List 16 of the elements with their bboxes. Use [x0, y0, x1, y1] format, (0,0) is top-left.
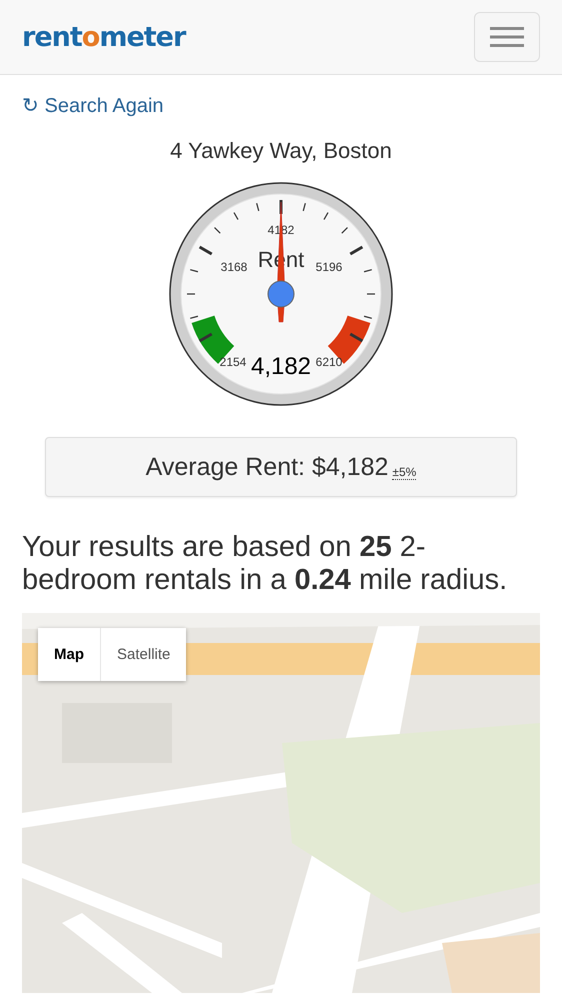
scale-label: 6210 — [316, 355, 342, 369]
average-rent-text: Average Rent: $4,182 — [146, 452, 388, 482]
gauge-reading: 4,182 — [250, 353, 312, 380]
scale-label: 3168 — [220, 260, 248, 274]
margin-of-error[interactable]: ±5% — [392, 465, 416, 480]
map-type-button[interactable]: Map — [38, 628, 100, 681]
menu-icon — [490, 26, 524, 48]
search-again-link[interactable]: ↻ Search Again — [22, 93, 164, 118]
needle-hub — [268, 280, 294, 308]
menu-button[interactable] — [474, 12, 540, 62]
scale-label: 5196 — [316, 260, 342, 274]
map-type-button[interactable]: Satellite — [100, 628, 186, 681]
address-title: 4 Yawkey Way, Boston — [169, 138, 393, 164]
logo[interactable]: rentometer — [22, 22, 186, 52]
scale-label: 2154 — [220, 355, 246, 369]
results-summary: Your results are based on 25 2-bedroom rentals in a 0.24 mile radius. — [22, 531, 508, 597]
